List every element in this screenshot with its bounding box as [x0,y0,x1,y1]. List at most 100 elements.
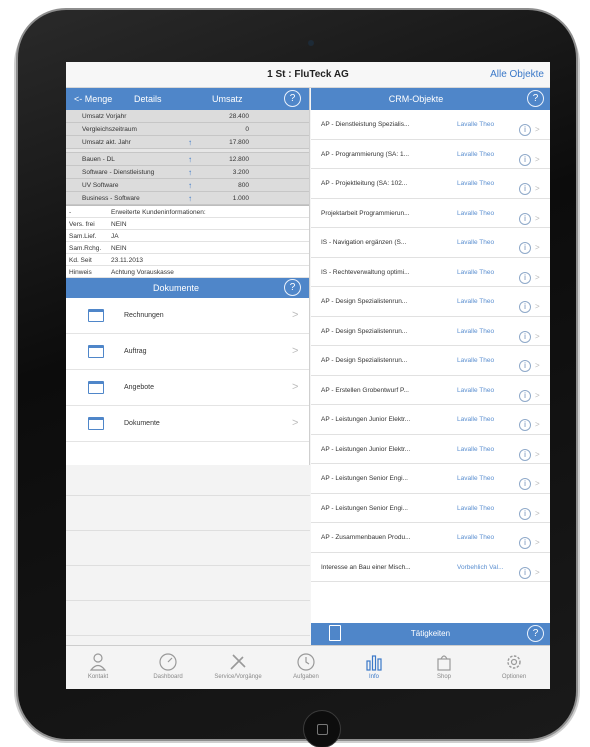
info-icon[interactable]: i [519,330,531,343]
info-icon[interactable]: i [519,478,531,490]
crm-object-name: AP - Leistungen Senior Engi... [321,504,408,512]
crm-row[interactable]: IS - Navigation ergänzen (S... Lavalle Th… [311,228,550,258]
info-icon[interactable]: i [519,183,531,195]
left-info-icon[interactable]: ? [284,90,301,107]
crm-owner-link[interactable]: Lavalle Theo [457,416,507,423]
stat-value: 28.400 [229,113,249,120]
info-value: NEIN [111,221,127,228]
crm-object-name: AP - Leistungen Junior Elektr... [321,416,411,423]
info-icon[interactable]: i [519,212,531,225]
activities-info-icon[interactable]: ? [527,625,544,642]
crm-row[interactable]: AP - Design Spezialistenrun... Lavalle Th… [311,317,550,346]
crm-owner-link[interactable]: Lavalle Theo [457,180,507,187]
category-row[interactable]: Business - Software ↑ 1.000 [66,192,309,205]
crm-owner-link[interactable]: Lavalle Theo [457,121,507,128]
crm-row[interactable]: AP - Erstellen Grobentwurf P... Lavalle T… [311,376,550,405]
info-icon[interactable]: i [519,124,531,136]
info-icon[interactable]: i [519,301,531,313]
info-value: NEIN [111,245,127,252]
info-icon[interactable]: i [519,566,531,579]
chevron-right-icon: > [535,390,540,400]
camera-icon [308,40,314,46]
crm-info-icon[interactable]: ? [527,90,544,107]
tab-aufgaben[interactable]: Aufgaben [276,646,336,689]
crm-row[interactable]: AP - Leistungen Senior Engi... Lavalle Th… [311,464,550,494]
documents-info-icon[interactable]: ? [284,279,301,296]
tab-dashboard[interactable]: Dashboard [138,646,198,689]
document-item[interactable]: Dokumente > [66,406,309,442]
crm-owner-link[interactable]: Lavalle Theo [457,446,507,453]
crm-owner-link[interactable]: Lavalle Theo [457,475,507,482]
document-label: Rechnungen [124,312,164,319]
chevron-right-icon: > [535,184,540,193]
category-row[interactable]: Bauen - DL ↑ 12.800 [66,153,309,166]
document-item[interactable]: Rechnungen > [66,298,309,334]
crm-owner-link[interactable]: Lavalle Theo [457,328,507,335]
crm-row[interactable]: Projektarbeit Programmierun... Lavalle Th… [311,199,550,228]
info-icon[interactable]: i [519,419,531,431]
crm-object-name: AP - Dienstleistung Spezialis... [321,121,410,128]
info-icon[interactable]: i [519,389,531,402]
tab-umsatz[interactable]: Umsatz [212,94,243,104]
tab-details[interactable]: Details [134,94,162,104]
crm-row[interactable]: AP - Programmierung (SA: 1... Lavalle The… [311,140,550,169]
home-button[interactable] [303,710,341,747]
chevron-right-icon: > [535,361,540,370]
crm-owner-link[interactable]: Vorbehlich Val... [457,564,507,571]
document-item[interactable]: Auftrag > [66,334,309,370]
trend-up-icon: ↑ [188,181,192,190]
info-icon[interactable]: i [519,271,531,284]
crm-row[interactable]: AP - Leistungen Junior Elektr... Lavalle … [311,405,550,435]
tab-optionen[interactable]: Optionen [484,646,544,689]
divider [66,495,310,496]
info-icon[interactable]: i [519,537,531,549]
crm-owner-link[interactable]: Lavalle Theo [457,269,507,276]
crm-owner-link[interactable]: Lavalle Theo [457,387,507,394]
category-label: Bauen - DL [82,156,115,163]
crm-row[interactable]: Interesse an Bau einer Misch... Vorbehlic… [311,553,550,582]
info-icon[interactable]: i [519,360,531,372]
crm-object-name: AP - Design Spezialistenrun... [321,357,408,364]
category-label: UV Software [82,182,119,189]
crm-owner-link[interactable]: Lavalle Theo [457,298,507,305]
crm-row[interactable]: AP - Design Spezialistenrun... Lavalle Th… [311,346,550,376]
crm-row[interactable]: IS - Rechteverwaltung optimi... Lavalle T… [311,258,550,287]
info-icon[interactable]: i [519,153,531,166]
document-item[interactable]: Angebote > [66,370,309,406]
category-value: 1.000 [232,195,249,202]
crm-owner-link[interactable]: Lavalle Theo [457,357,507,364]
info-icon[interactable]: i [519,448,531,461]
crm-row[interactable]: AP - Projektleitung (SA: 102... Lavalle T… [311,169,550,199]
crm-owner-link[interactable]: Lavalle Theo [457,534,507,541]
info-icon[interactable]: i [519,507,531,520]
crm-owner-link[interactable]: Lavalle Theo [457,239,507,246]
tab-kontakt[interactable]: Kontakt [68,646,128,689]
crm-owner-link[interactable]: Lavalle Theo [457,210,507,217]
bar-chart-icon [366,655,382,671]
category-row[interactable]: UV Software ↑ 800 [66,179,309,192]
tab-service[interactable]: Service/Vorgänge [208,646,268,689]
activities-bar[interactable]: Tätigkeiten ? [311,623,550,645]
crm-row[interactable]: AP - Dienstleistung Spezialis... Lavalle … [311,110,550,140]
tab-shop[interactable]: Shop [414,646,474,689]
category-row[interactable]: Software - Dienstleistung ↑ 3.200 [66,166,309,179]
folder-icon [88,345,104,358]
crm-pane: CRM-Objekte ? AP - Dienstleistung Spezia… [311,88,550,645]
crm-object-name: AP - Design Spezialistenrun... [321,298,408,305]
all-objects-button[interactable]: Alle Objekte [490,69,544,80]
document-label: Auftrag [124,348,147,355]
info-icon[interactable]: i [519,242,531,254]
menu-back-button[interactable]: <- Menge [74,94,112,104]
crm-title: CRM-Objekte [388,94,444,104]
crm-owner-link[interactable]: Lavalle Theo [457,151,507,158]
crm-row[interactable]: AP - Leistungen Senior Engi... Lavalle Th… [311,494,550,523]
stat-label: Vergleichszeitraum [82,126,137,133]
crm-row[interactable]: AP - Zusammenbauen Produ... Lavalle Theo i… [311,523,550,553]
crm-row[interactable]: AP - Design Spezialistenrun... Lavalle Th… [311,287,550,317]
crm-row[interactable]: AP - Leistungen Junior Elektr... Lavalle … [311,435,550,464]
tab-info[interactable]: Info [344,646,404,689]
crm-owner-link[interactable]: Lavalle Theo [457,505,507,512]
chevron-right-icon: > [292,309,299,321]
person-icon [89,653,107,671]
document-label: Angebote [124,384,154,391]
